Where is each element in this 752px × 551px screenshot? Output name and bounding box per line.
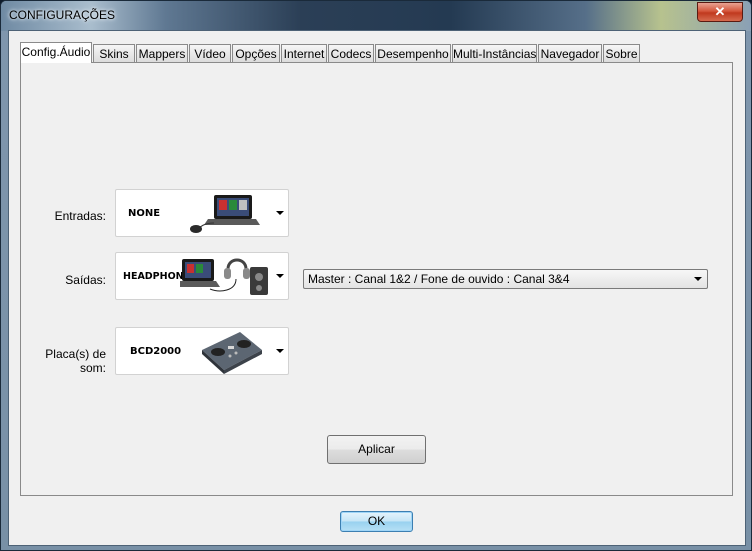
dropdown-caret-icon: [694, 277, 702, 281]
tab-config-audio[interactable]: Config.Áudio: [20, 42, 92, 63]
soundcard-device-selector[interactable]: BCD2000: [115, 327, 289, 375]
inputs-device-name: NONE: [128, 208, 161, 219]
outputs-label: Saídas:: [65, 273, 106, 287]
soundcard-label: Placa(s) de som:: [45, 347, 106, 375]
close-button[interactable]: ✕: [697, 2, 743, 22]
dropdown-caret-icon: [276, 274, 284, 278]
tab-navegador[interactable]: Navegador: [538, 44, 602, 62]
window-title: CONFIGURAÇÕES: [9, 8, 116, 22]
tab-opcoes[interactable]: Opções: [232, 44, 280, 62]
settings-window: CONFIGURAÇÕES ✕ Config.Áudio Skins Mappe…: [0, 0, 752, 551]
inputs-label: Entradas:: [54, 209, 106, 223]
tab-multi-instancias[interactable]: Multi-Instâncias: [452, 44, 537, 62]
outputs-device-selector[interactable]: HEADPHONES: [115, 252, 289, 300]
tab-codecs[interactable]: Codecs: [328, 44, 374, 62]
output-routing-value: Master : Canal 1&2 / Fone de ouvido : Ca…: [308, 272, 570, 286]
tab-mappers[interactable]: Mappers: [136, 44, 188, 62]
tab-skins[interactable]: Skins: [93, 44, 135, 62]
laptop-mouse-icon: [190, 195, 260, 233]
tab-internet[interactable]: Internet: [281, 44, 327, 62]
apply-button[interactable]: Aplicar: [327, 435, 426, 464]
output-routing-select[interactable]: Master : Canal 1&2 / Fone de ouvido : Ca…: [303, 269, 708, 289]
dialog-client-area: Config.Áudio Skins Mappers Vídeo Opções …: [8, 30, 746, 546]
ok-button[interactable]: OK: [340, 511, 413, 532]
tab-video[interactable]: Vídeo: [189, 44, 231, 62]
dj-controller-icon: [202, 332, 262, 374]
dropdown-caret-icon: [276, 211, 284, 215]
audio-config-panel: Entradas: NONE Saídas: HEADPHONES Master…: [20, 62, 733, 496]
title-bar[interactable]: CONFIGURAÇÕES ✕: [1, 1, 751, 31]
laptop-headphones-speaker-icon: [180, 258, 268, 295]
dropdown-caret-icon: [276, 349, 284, 353]
soundcard-device-name: BCD2000: [130, 346, 182, 357]
tab-desempenho[interactable]: Desempenho: [375, 44, 451, 62]
tab-sobre[interactable]: Sobre: [603, 44, 640, 62]
inputs-device-selector[interactable]: NONE: [115, 189, 289, 237]
